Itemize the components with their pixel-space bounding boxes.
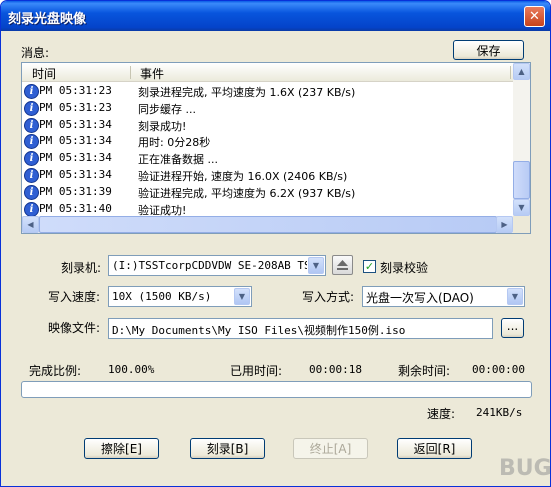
speed-value: 10X (1500 KB/s) xyxy=(112,290,212,303)
remaining-label: 剩余时间: xyxy=(398,364,451,378)
progress-fill xyxy=(23,383,530,396)
message-event: 正在准备数据 ... xyxy=(138,153,218,167)
info-icon: i xyxy=(24,84,39,99)
list-item[interactable]: i PM 05:31:23 刻录进程完成, 平均速度为 1.6X (237 KB/s… xyxy=(22,83,513,100)
complete-label: 完成比例: xyxy=(29,364,82,378)
info-icon: i xyxy=(24,184,39,200)
message-time: PM 05:31:34 xyxy=(39,151,112,165)
message-time: PM 05:31:34 xyxy=(39,117,112,131)
close-button[interactable]: ✕ xyxy=(524,6,545,27)
info-icon: i xyxy=(24,168,39,183)
recorder-label: 刻录机: xyxy=(61,261,102,275)
write-mode-value: 光盘一次写入(DAO) xyxy=(366,291,474,305)
column-header-time[interactable]: 时间 xyxy=(32,65,56,82)
image-file-input[interactable]: D:\My Documents\My ISO Files\视频制作150例.is… xyxy=(108,318,493,339)
speed-label: 写入速度: xyxy=(48,290,101,304)
horizontal-scrollbar[interactable]: ◀ ▶ xyxy=(22,216,513,233)
verify-checkbox[interactable]: ✓ xyxy=(363,260,376,273)
message-event: 验证进程完成, 平均速度为 6.2X (937 KB/s) xyxy=(138,186,356,200)
vertical-scroll-thumb[interactable] xyxy=(513,161,530,199)
message-time: PM 05:31:40 xyxy=(39,201,112,215)
progress-bar xyxy=(21,381,532,398)
browse-button[interactable]: ... xyxy=(501,318,524,338)
verify-label: 刻录校验 xyxy=(380,261,429,275)
info-icon: i xyxy=(24,117,39,133)
list-item[interactable]: i PM 05:31:39 验证进程完成, 平均速度为 6.2X (937 KB/s… xyxy=(22,184,513,201)
save-button[interactable]: 保存 xyxy=(453,40,524,60)
watermark-logo: BUG xyxy=(499,451,551,486)
messages-label: 消息: xyxy=(21,46,50,60)
watermark-text: BUG xyxy=(499,456,551,481)
message-event: 用时: 0分28秒 xyxy=(138,136,211,150)
horizontal-scroll-thumb[interactable] xyxy=(39,216,497,233)
scroll-right-button[interactable]: ▶ xyxy=(496,216,513,233)
message-event: 同步缓存 ... xyxy=(138,102,196,116)
message-event: 刻录进程完成, 平均速度为 1.6X (237 KB/s) xyxy=(138,86,356,99)
chevron-down-icon[interactable]: ▼ xyxy=(234,288,250,305)
scroll-up-button[interactable]: ▲ xyxy=(513,63,530,80)
recorder-value: (I:)TSSTcorpCDDVDW SE-208AB TS03 xyxy=(112,259,307,272)
window-title: 刻录光盘映像 xyxy=(8,12,87,27)
chevron-down-icon[interactable]: ▼ xyxy=(507,288,523,305)
write-mode-select[interactable]: 光盘一次写入(DAO) ▼ xyxy=(362,286,525,307)
list-item[interactable]: i PM 05:31:23 同步缓存 ... xyxy=(22,100,513,117)
elapsed-value: 00:00:18 xyxy=(309,363,362,376)
speed-status-value: 241KB/s xyxy=(476,406,523,419)
info-icon: i xyxy=(24,151,39,167)
list-item[interactable]: i PM 05:31:34 刻录成功! xyxy=(22,117,513,134)
info-icon: i xyxy=(24,134,39,150)
recorder-select[interactable]: (I:)TSSTcorpCDDVDW SE-208AB TS03 ▼ xyxy=(108,255,326,276)
message-event: 刻录成功! xyxy=(138,119,187,133)
vertical-scrollbar[interactable]: ▲ ▼ xyxy=(513,63,530,216)
speed-status-label: 速度: xyxy=(427,407,456,421)
erase-button[interactable]: 擦除[E] xyxy=(84,438,159,459)
complete-value: 100.00% xyxy=(108,363,155,376)
image-file-path: D:\My Documents\My ISO Files\视频制作150例.is… xyxy=(112,324,406,337)
info-icon: i xyxy=(24,201,39,217)
remaining-value: 00:00:00 xyxy=(472,363,525,376)
message-time: PM 05:31:23 xyxy=(39,100,112,114)
eject-icon xyxy=(337,260,348,270)
eject-button[interactable] xyxy=(332,255,353,275)
speed-select[interactable]: 10X (1500 KB/s) ▼ xyxy=(108,286,252,307)
burn-button[interactable]: 刻录[B] xyxy=(190,438,265,459)
list-item[interactable]: i PM 05:31:34 验证进程开始, 速度为 16.0X (2406 KB/s… xyxy=(22,167,513,184)
chevron-down-icon[interactable]: ▼ xyxy=(308,257,324,274)
message-list[interactable]: 时间 事件 i PM 05:31:23 刻录进程完成, 平均速度为 1.6X (23… xyxy=(21,62,531,234)
title-bar[interactable]: 刻录光盘映像 ✕ xyxy=(1,1,550,31)
message-time: PM 05:31:34 xyxy=(39,168,112,181)
image-file-label: 映像文件: xyxy=(48,321,101,335)
list-item[interactable]: i PM 05:31:34 正在准备数据 ... xyxy=(22,150,513,167)
scroll-left-button[interactable]: ◀ xyxy=(22,216,39,233)
column-header-event[interactable]: 事件 xyxy=(140,65,164,82)
scroll-down-button[interactable]: ▼ xyxy=(513,199,530,216)
message-time: PM 05:31:34 xyxy=(39,134,112,148)
info-icon: i xyxy=(24,100,39,116)
list-item[interactable]: i PM 05:31:34 用时: 0分28秒 xyxy=(22,133,513,150)
back-button[interactable]: 返回[R] xyxy=(397,438,472,459)
list-header: 时间 事件 xyxy=(22,63,513,82)
scroll-corner xyxy=(513,216,530,233)
elapsed-label: 已用时间: xyxy=(230,364,283,378)
message-time: PM 05:31:39 xyxy=(39,184,112,198)
burn-image-dialog: 刻录光盘映像 ✕ 消息: 保存 时间 事件 i PM 05:31:23 刻录进程完成… xyxy=(0,0,551,487)
stop-button[interactable]: 终止[A] xyxy=(293,438,368,459)
write-mode-label: 写入方式: xyxy=(302,290,355,304)
message-time: PM 05:31:23 xyxy=(39,84,112,97)
message-event: 验证进程开始, 速度为 16.0X (2406 KB/s) xyxy=(138,170,348,183)
